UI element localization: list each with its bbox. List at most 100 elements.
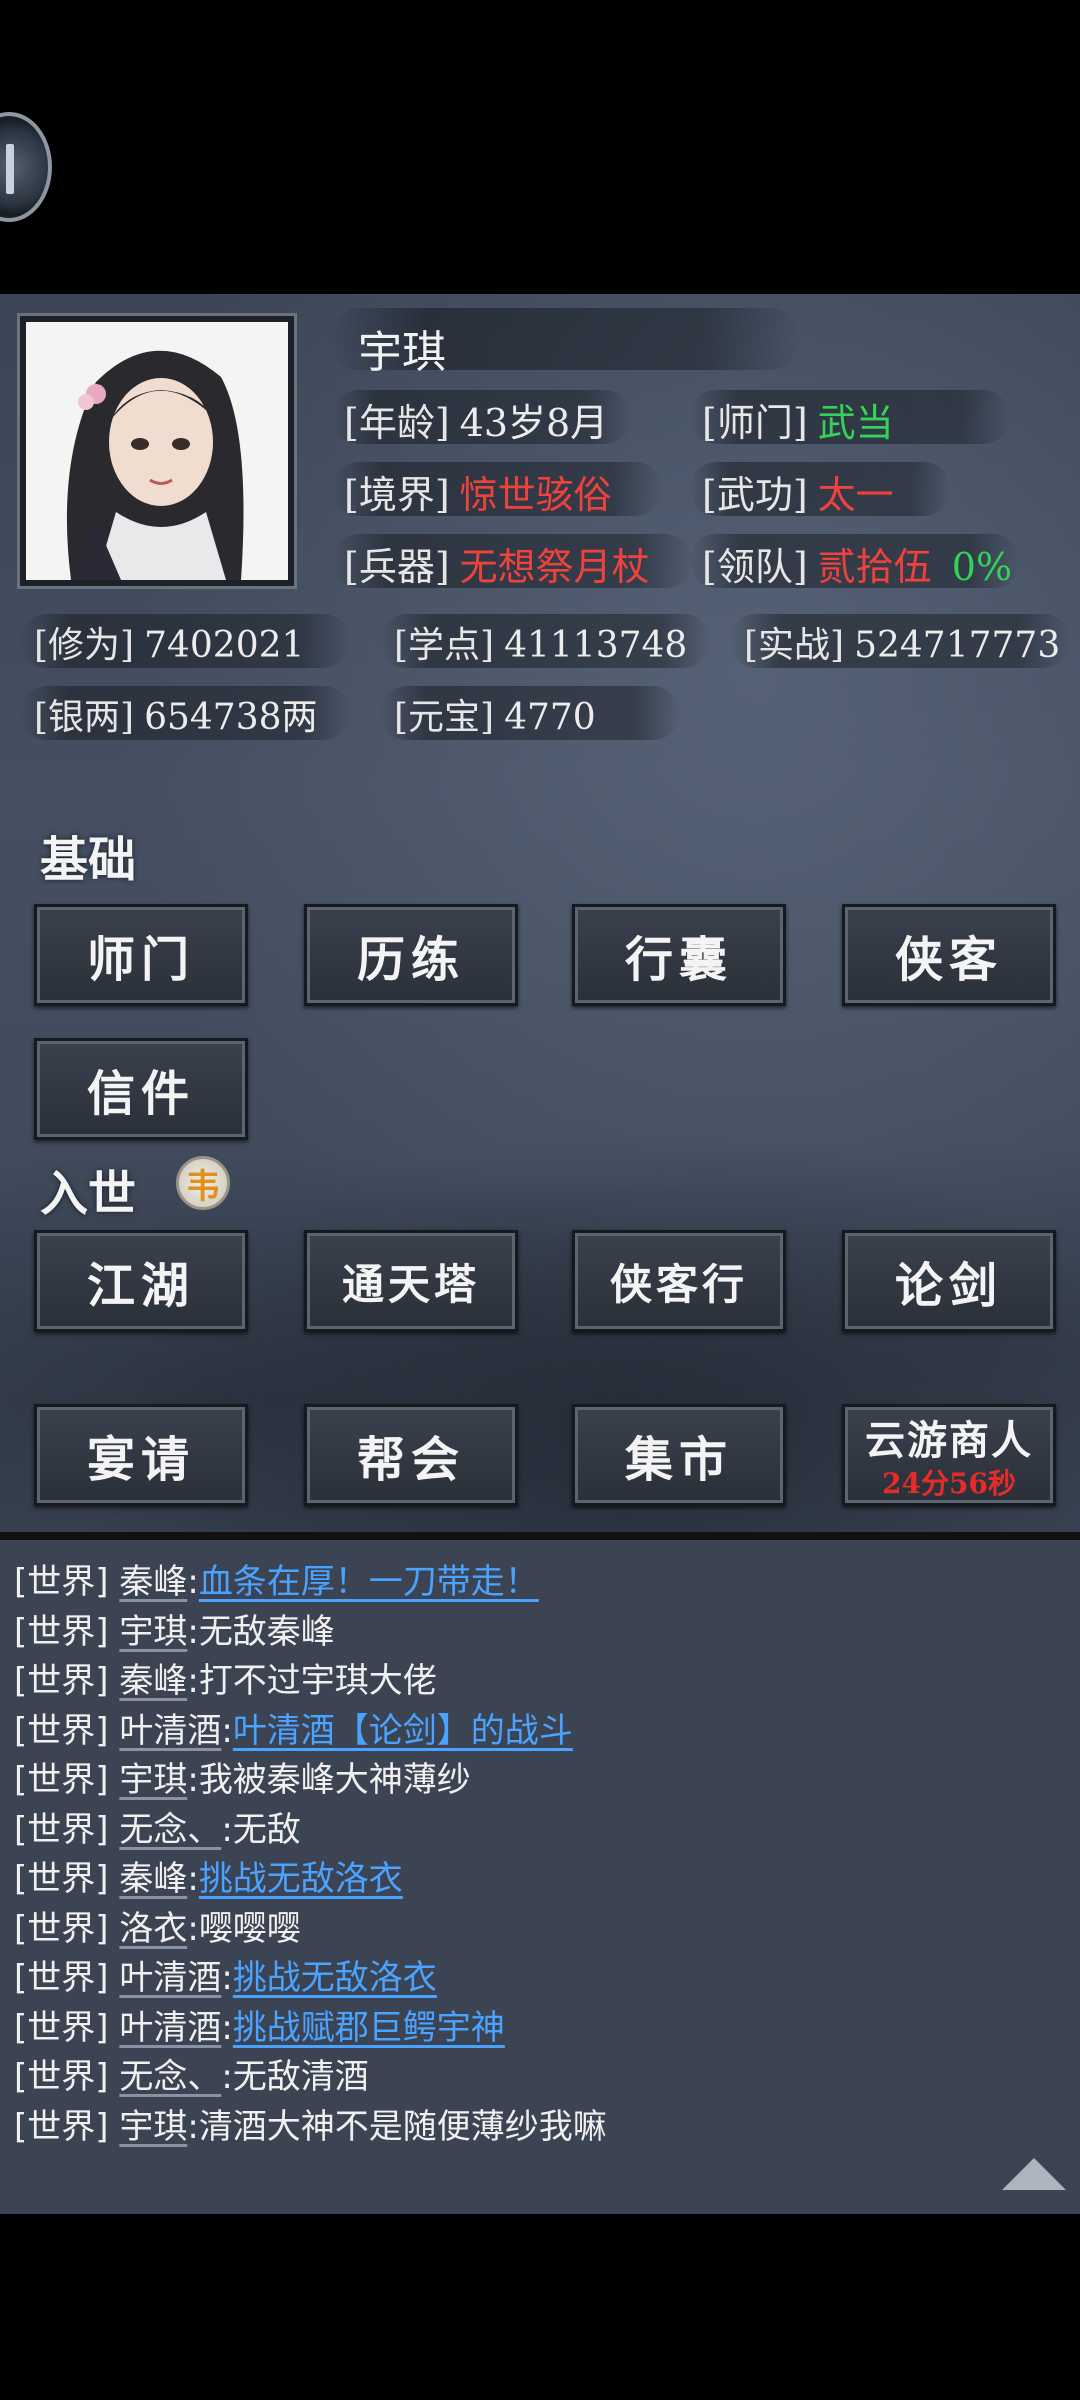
chat-message-link[interactable]: 挑战赋郡巨鳄宇神 — [233, 2008, 505, 2048]
weapon-value[interactable]: 无想祭月杖 — [460, 545, 650, 589]
chat-sender-name[interactable]: 叶清酒 — [119, 1958, 221, 1998]
chat-message: [世界] 叶清酒:挑战赋郡巨鳄宇神 — [14, 2000, 505, 2049]
training-button[interactable]: 历练 — [304, 904, 518, 1006]
hero-journey-button[interactable]: 侠客行 — [572, 1230, 786, 1332]
world-badge-icon[interactable]: 韦 — [176, 1156, 230, 1210]
chat-message-text: 无敌秦峰 — [198, 1611, 335, 1652]
chat-channel: [世界] — [14, 1760, 109, 1800]
chat-sender-name[interactable]: 无念、 — [119, 1810, 221, 1850]
wandering-merchant-button[interactable]: 云游商人 24分56秒 — [842, 1404, 1056, 1506]
chat-sender-name[interactable]: 秦峰 — [119, 1661, 187, 1701]
chat-separator: : — [221, 1809, 233, 1850]
guild-button[interactable]: 帮会 — [304, 1404, 518, 1506]
cultivation-value: 7402021 — [144, 625, 305, 666]
chat-channel: [世界] — [14, 1661, 109, 1701]
skill-label: [武功] — [702, 473, 808, 517]
chat-sender-name[interactable]: 秦峰 — [119, 1562, 187, 1602]
chat-separator: : — [221, 1958, 233, 1998]
menu-toggle-button[interactable] — [0, 112, 52, 222]
sect-value[interactable]: 武当 — [818, 401, 894, 445]
market-button[interactable]: 集市 — [572, 1404, 786, 1506]
chat-sender-name[interactable]: 叶清酒 — [119, 1711, 221, 1751]
chat-sender-name[interactable]: 洛衣 — [119, 1909, 187, 1949]
jianghu-button[interactable]: 江湖 — [34, 1230, 248, 1332]
chat-message-text: 无敌清酒 — [232, 2057, 369, 2097]
chat-sender-name[interactable]: 叶清酒 — [119, 2008, 221, 2048]
chat-message: [世界] 无念、:无敌 — [14, 1802, 301, 1851]
cultivation-label: [修为] — [34, 625, 135, 666]
chat-sender-name[interactable]: 宇琪 — [119, 2107, 187, 2147]
duel-button[interactable]: 论剑 — [842, 1230, 1056, 1332]
silver-stat: [银两] 654738两 — [34, 688, 318, 740]
team-stat: [领队] 贰拾伍 0% — [702, 536, 1012, 591]
weapon-label: [兵器] — [344, 545, 450, 589]
menu-handle-icon — [6, 144, 14, 194]
chat-message: [世界] 无念、:无敌清酒 — [14, 2049, 369, 2098]
tower-button[interactable]: 通天塔 — [304, 1230, 518, 1332]
skill-value[interactable]: 太一 — [818, 473, 894, 517]
age-value: 43岁8月 — [459, 401, 609, 445]
mail-button[interactable]: 信件 — [34, 1038, 248, 1140]
ingot-value: 4770 — [504, 697, 596, 738]
realm-label: [境界] — [344, 473, 450, 517]
top-bar — [0, 0, 1080, 294]
age-stat: [年龄] 43岁8月 — [344, 392, 608, 447]
chat-sender-name[interactable]: 无念、 — [119, 2057, 221, 2097]
chat-sender-name[interactable]: 秦峰 — [119, 1859, 187, 1899]
chat-separator: : — [187, 1562, 199, 1602]
chat-message-link[interactable]: 叶清酒【论剑】的战斗 — [233, 1711, 573, 1751]
chat-separator: : — [187, 1611, 199, 1652]
points-value: 41113748 — [504, 625, 688, 666]
sect-label: [师门] — [702, 401, 808, 445]
skill-stat: [武功] 太一 — [702, 464, 894, 519]
chat-message-text: 嘤嘤嘤 — [198, 1908, 301, 1949]
merchant-timer: 24分56秒 — [882, 1467, 1016, 1500]
chat-message: [世界] 秦峰:血条在厚！一刀带走！ — [14, 1554, 539, 1603]
banquet-button[interactable]: 宴请 — [34, 1404, 248, 1506]
team-value[interactable]: 贰拾伍 — [818, 545, 932, 589]
points-label: [学点] — [394, 625, 495, 666]
chat-channel: [世界] — [14, 1809, 109, 1850]
chat-separator: : — [221, 2007, 233, 2048]
chat-channel: [世界] — [14, 1908, 109, 1949]
chat-message: [世界] 宇琪:清酒大神不是随便薄纱我嘛 — [14, 2099, 607, 2148]
chat-sender-name[interactable]: 宇琪 — [119, 1760, 187, 1800]
chat-message: [世界] 叶清酒:叶清酒【论剑】的战斗 — [14, 1703, 573, 1752]
chat-message: [世界] 宇琪:无敌秦峰 — [14, 1604, 335, 1653]
chat-message: [世界] 秦峰:打不过宇琪大佬 — [14, 1653, 437, 1702]
age-label: [年龄] — [344, 401, 450, 445]
weapon-stat: [兵器] 无想祭月杖 — [344, 536, 650, 591]
silver-value: 654738两 — [144, 697, 318, 738]
chat-channel: [世界] — [14, 1958, 109, 1998]
character-portrait[interactable] — [20, 316, 294, 586]
chat-message-link[interactable]: 挑战无敌洛衣 — [233, 1958, 437, 1998]
chat-separator: : — [221, 2057, 233, 2097]
merchant-label: 云游商人 — [865, 1417, 1033, 1464]
chat-message-text: 打不过宇琪大佬 — [198, 1661, 437, 1701]
chat-message-text: 我被秦峰大神薄纱 — [198, 1760, 471, 1800]
chat-channel: [世界] — [14, 1710, 109, 1751]
sect-button[interactable]: 师门 — [34, 904, 248, 1006]
chat-message-text: 清酒大神不是随便薄纱我嘛 — [198, 2106, 607, 2147]
chat-message: [世界] 洛衣:嘤嘤嘤 — [14, 1901, 301, 1950]
chat-message: [世界] 秦峰:挑战无敌洛衣 — [14, 1851, 403, 1900]
chat-message-link[interactable]: 挑战无敌洛衣 — [199, 1859, 403, 1899]
ingot-stat: [元宝] 4770 — [394, 688, 596, 740]
world-chat[interactable]: [世界] 秦峰:血条在厚！一刀带走！ [世界] 宇琪:无敌秦峰 [世界] 秦峰:打不… — [0, 1540, 1080, 2214]
chat-sender-name[interactable]: 宇琪 — [119, 1612, 187, 1652]
cultivation-stat: [修为] 7402021 — [34, 616, 304, 668]
scroll-up-icon[interactable] — [1002, 2158, 1066, 2190]
chat-separator: : — [187, 1661, 199, 1701]
inventory-button[interactable]: 行囊 — [572, 904, 786, 1006]
world-section-title: 入世 — [40, 1166, 137, 1222]
chat-message: [世界] 宇琪:我被秦峰大神薄纱 — [14, 1752, 471, 1801]
chat-channel: [世界] — [14, 1562, 109, 1602]
chat-channel: [世界] — [14, 1611, 109, 1652]
heroes-button[interactable]: 侠客 — [842, 904, 1056, 1006]
character-panel: 宇琪 [年龄] 43岁8月 [师门] 武当 [境界] 惊世骇俗 [武功] 太一 [兵器]… — [0, 294, 1080, 1534]
chat-message-link[interactable]: 血条在厚！一刀带走！ — [199, 1562, 539, 1602]
combat-value: 524717773 — [854, 625, 1061, 666]
ingot-label: [元宝] — [394, 697, 495, 738]
chat-channel: [世界] — [14, 2106, 109, 2147]
chat-channel: [世界] — [14, 1859, 109, 1899]
